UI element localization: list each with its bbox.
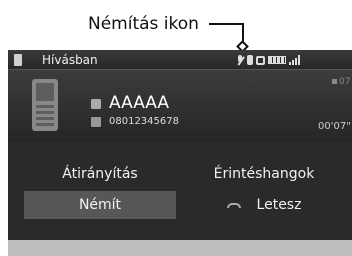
status-icons <box>236 54 301 66</box>
transfer-button[interactable]: Átirányítás <box>24 160 176 188</box>
hang-up-icon <box>226 202 241 208</box>
call-options: Átirányítás Érintéshangok Némít Letesz <box>8 142 352 240</box>
caller-number: 08012345678 <box>109 116 179 127</box>
bluetooth-icon <box>247 55 253 65</box>
volume-icon <box>332 79 337 84</box>
hfl-icon <box>256 55 265 65</box>
callout-label: Némítás ikon <box>88 14 199 34</box>
status-bar: Hívásban <box>8 50 352 70</box>
touch-tones-button-label: Érintéshangok <box>213 166 315 182</box>
call-screen: Hívásban AAAAA 08012345678 07 00'07" Áti… <box>8 50 352 256</box>
phone-number-icon <box>91 117 101 127</box>
mobile-phone-icon <box>32 79 58 131</box>
transfer-button-label: Átirányítás <box>62 166 138 182</box>
touch-tones-button[interactable]: Érintéshangok <box>188 160 340 188</box>
bottom-strip <box>8 240 352 256</box>
volume-indicator: 07 <box>332 76 350 88</box>
caller-name: AAAAA <box>109 93 170 113</box>
caller-info: AAAAA 08012345678 07 00'07" <box>8 70 352 142</box>
status-title: Hívásban <box>42 53 98 67</box>
callout-line <box>209 23 244 25</box>
phone-icon <box>14 54 22 66</box>
hang-up-button-label: Letesz <box>256 197 302 213</box>
signal-strength-icon <box>289 55 301 65</box>
hang-up-button[interactable]: Letesz <box>188 191 340 219</box>
mute-icon <box>236 54 244 66</box>
mute-button[interactable]: Némít <box>24 191 176 219</box>
mute-button-label: Némít <box>78 197 122 213</box>
call-duration: 00'07" <box>318 121 351 132</box>
volume-level: 07 <box>339 77 351 87</box>
contact-icon <box>91 99 101 109</box>
battery-icon <box>268 56 286 64</box>
